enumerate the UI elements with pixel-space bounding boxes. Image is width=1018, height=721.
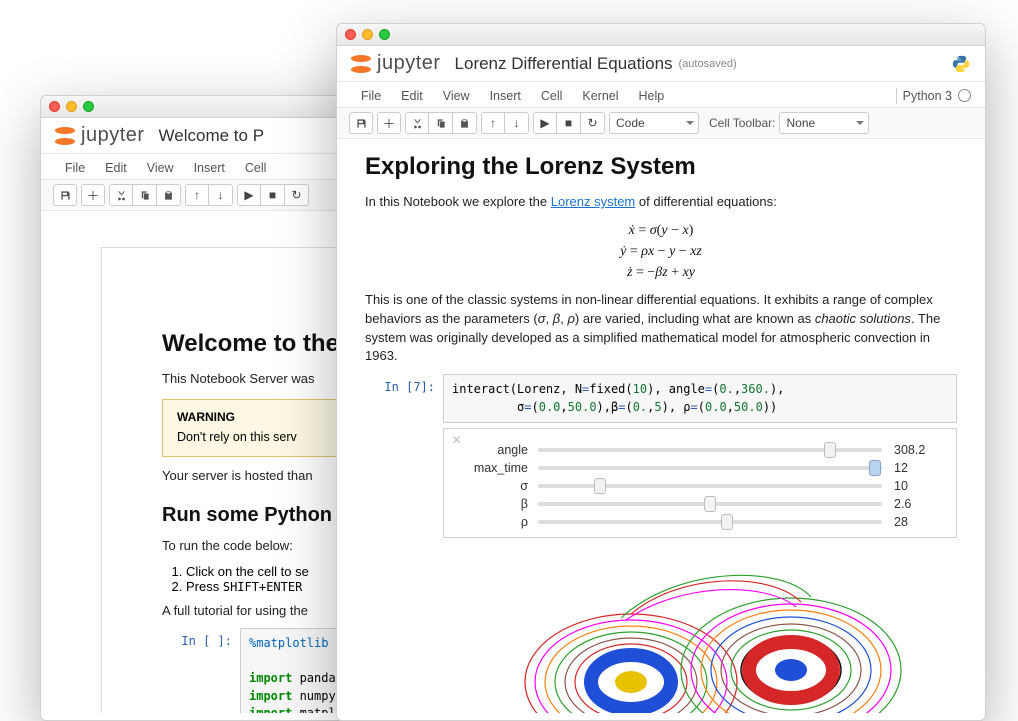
jupyter-logo: jupyter <box>351 52 441 75</box>
jupyter-logo: jupyter <box>55 124 145 147</box>
move-down-button[interactable]: ↓ <box>505 112 529 134</box>
add-cell-button[interactable]: ＋ <box>81 184 105 206</box>
cut-button[interactable] <box>109 184 133 206</box>
window-lorenz: jupyter Lorenz Differential Equations (a… <box>336 23 986 721</box>
jupyter-wordmark: jupyter <box>81 124 145 147</box>
menu-edit[interactable]: Edit <box>95 157 137 179</box>
slider-track[interactable] <box>538 502 882 506</box>
celltype-select[interactable]: Code <box>609 112 699 134</box>
page-title: Exploring the Lorenz System <box>365 153 957 181</box>
stop-button[interactable]: ■ <box>261 184 285 206</box>
slider-track[interactable] <box>538 520 882 524</box>
paste-button[interactable] <box>453 112 477 134</box>
zoom-icon[interactable] <box>379 29 390 40</box>
restart-button[interactable]: ↻ <box>581 112 605 134</box>
run-button[interactable]: ▶ <box>533 112 557 134</box>
autosaved-label: (autosaved) <box>679 58 737 70</box>
copy-button[interactable] <box>133 184 157 206</box>
intro-paragraph: In this Notebook we explore the Lorenz s… <box>365 193 957 212</box>
menu-cell[interactable]: Cell <box>235 157 277 179</box>
save-button[interactable] <box>53 184 77 206</box>
slider-sigma: σ 10 <box>462 479 938 493</box>
close-icon[interactable] <box>345 29 356 40</box>
jupyter-icon <box>55 126 75 146</box>
slider-angle: angle 308.2 <box>462 443 938 457</box>
code-cell[interactable]: In [7]: interact(Lorenz, N=fixed(10), an… <box>365 374 957 423</box>
jupyter-icon <box>351 54 371 74</box>
cell-body[interactable]: interact(Lorenz, N=fixed(10), angle=(0.,… <box>443 374 957 423</box>
kernel-name: Python 3 <box>903 89 952 103</box>
menu-edit[interactable]: Edit <box>391 85 433 107</box>
menu-view[interactable]: View <box>137 157 184 179</box>
move-down-button[interactable]: ↓ <box>209 184 233 206</box>
restart-button[interactable]: ↻ <box>285 184 309 206</box>
close-icon[interactable] <box>49 101 60 112</box>
zoom-icon[interactable] <box>83 101 94 112</box>
menu-view[interactable]: View <box>433 85 480 107</box>
slider-track[interactable] <box>538 466 882 470</box>
slider-track[interactable] <box>538 484 882 488</box>
toolbar: ＋ ↑ ↓ ▶ ■ ↻ Code Cell Toolbar: None <box>337 108 985 139</box>
cut-button[interactable] <box>405 112 429 134</box>
move-up-button[interactable]: ↑ <box>481 112 505 134</box>
slider-max-time: max_time 12 <box>462 461 938 475</box>
celltoolbar-label: Cell Toolbar: <box>709 116 775 130</box>
minimize-icon[interactable] <box>66 101 77 112</box>
lorenz-plot <box>443 538 957 713</box>
equations: ẋ = σ(y − x) ẏ = ρx − y − xz ż = −βz + x… <box>365 220 957 283</box>
menu-file[interactable]: File <box>351 85 391 107</box>
menu-help[interactable]: Help <box>629 85 675 107</box>
slider-track[interactable] <box>538 448 882 452</box>
move-up-button[interactable]: ↑ <box>185 184 209 206</box>
menu-cell[interactable]: Cell <box>531 85 573 107</box>
save-button[interactable] <box>349 112 373 134</box>
document-title[interactable]: Welcome to P <box>159 126 265 146</box>
cell-prompt: In [ ]: <box>162 628 240 713</box>
titlebar <box>337 24 985 46</box>
slider-rho: ρ 28 <box>462 515 938 529</box>
add-cell-button[interactable]: ＋ <box>377 112 401 134</box>
menu-kernel[interactable]: Kernel <box>572 85 628 107</box>
notebook-header: jupyter Lorenz Differential Equations (a… <box>337 46 985 82</box>
python-icon <box>951 54 971 74</box>
menubar: File Edit View Insert Cell Kernel Help P… <box>337 82 985 108</box>
kernel-idle-icon <box>958 89 971 102</box>
run-button[interactable]: ▶ <box>237 184 261 206</box>
description-paragraph: This is one of the classic systems in no… <box>365 291 957 366</box>
lorenz-link[interactable]: Lorenz system <box>551 194 636 209</box>
menu-insert[interactable]: Insert <box>480 85 531 107</box>
menu-file[interactable]: File <box>55 157 95 179</box>
widget-area: × angle 308.2 max_time 12 σ 10 β <box>443 428 957 538</box>
menu-insert[interactable]: Insert <box>184 157 235 179</box>
notebook-body: Exploring the Lorenz System In this Note… <box>337 139 985 713</box>
jupyter-wordmark: jupyter <box>377 52 441 75</box>
minimize-icon[interactable] <box>362 29 373 40</box>
slider-beta: β 2.6 <box>462 497 938 511</box>
copy-button[interactable] <box>429 112 453 134</box>
cell-prompt: In [7]: <box>365 374 443 423</box>
paste-button[interactable] <box>157 184 181 206</box>
celltoolbar-select[interactable]: None <box>779 112 869 134</box>
warning-body: Don't rely on this serv <box>177 430 297 444</box>
document-title[interactable]: Lorenz Differential Equations <box>455 54 673 74</box>
stop-button[interactable]: ■ <box>557 112 581 134</box>
close-widgets-icon[interactable]: × <box>452 433 461 449</box>
